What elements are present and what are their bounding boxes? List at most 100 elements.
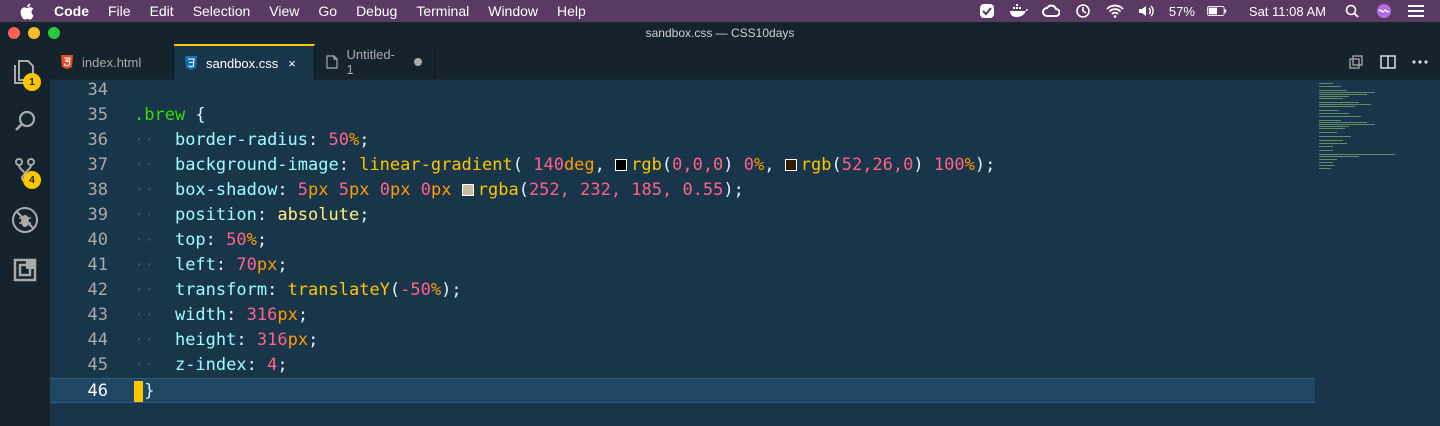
line-number: 43 (87, 305, 108, 325)
tab-label: Untitled-1 (346, 47, 395, 77)
css-value: 0,0,0 (672, 155, 724, 175)
tab-label: index.html (82, 54, 142, 70)
explorer-button[interactable]: 1 (0, 47, 50, 97)
css-value: 100 (933, 155, 965, 175)
menu-window[interactable]: Window (488, 0, 538, 22)
minimize-window-button[interactable] (28, 27, 40, 39)
window-controls (8, 27, 68, 39)
css-unit: % (754, 155, 765, 175)
code-line: 42 ·· transform: translateY(-50%); (50, 278, 1315, 303)
code-line: 43 ·· width: 316px; (50, 303, 1315, 328)
css-value: 50 (226, 230, 247, 250)
menu-file[interactable]: File (108, 0, 131, 22)
battery-icon[interactable] (1206, 3, 1227, 19)
css-function: rgba (477, 180, 519, 200)
color-swatch[interactable] (784, 159, 797, 171)
menu-edit[interactable]: Edit (150, 0, 174, 22)
search-button[interactable] (0, 96, 50, 146)
menu-debug[interactable]: Debug (356, 0, 397, 22)
code-line: 36 ·· border-radius: 50%; (50, 128, 1315, 153)
menu-selection[interactable]: Selection (193, 0, 251, 22)
css3-icon (184, 56, 198, 70)
minimap[interactable] (1315, 80, 1440, 426)
css-unit: deg (563, 155, 595, 175)
css-value: absolute (277, 205, 360, 225)
css-value: -50 (400, 280, 431, 300)
css-function: rgb (631, 155, 662, 175)
css-unit: % (964, 155, 975, 175)
css-function: linear-gradient (359, 155, 513, 175)
extensions-button[interactable] (0, 245, 50, 295)
close-tab-button[interactable]: × (288, 56, 296, 71)
code-line: 45 ·· z-index: 4; (50, 353, 1315, 378)
css-unit: px (390, 180, 411, 200)
line-number: 35 (87, 105, 108, 125)
css-selector: .brew (134, 105, 186, 125)
css-property: height (174, 330, 237, 350)
file-icon (325, 55, 339, 69)
window-title: sandbox.css — CSS10days (645, 26, 795, 40)
css-unit: px (431, 180, 452, 200)
line-number: 46 (87, 381, 108, 401)
menu-terminal[interactable]: Terminal (416, 0, 469, 22)
battery-percentage: 57% (1168, 3, 1195, 19)
creative-cloud-icon[interactable] (1041, 3, 1061, 19)
wifi-icon[interactable] (1105, 3, 1125, 19)
explorer-badge: 1 (23, 73, 41, 91)
search-icon (15, 110, 36, 131)
code-line: 40 ·· top: 50%; (50, 228, 1315, 253)
debug-button[interactable] (0, 195, 50, 245)
more-actions-button[interactable] (1404, 44, 1436, 80)
tab-sandbox-css[interactable]: sandbox.css × (174, 44, 315, 80)
css-value: 0 (379, 180, 391, 200)
spotlight-icon[interactable] (1342, 3, 1362, 19)
tab-label: sandbox.css (206, 55, 279, 71)
source-control-button[interactable]: 4 (0, 145, 50, 195)
menu-go[interactable]: Go (318, 0, 337, 22)
menu-help[interactable]: Help (557, 0, 586, 22)
css-value: 70 (236, 255, 257, 275)
html5-icon (60, 55, 74, 69)
css-property: z-index (174, 355, 247, 375)
split-editor-icon (1380, 55, 1396, 69)
menu-view[interactable]: View (269, 0, 299, 22)
css-unit: % (246, 230, 257, 250)
menu-clock[interactable]: Sat 11:08 AM (1249, 4, 1326, 19)
color-swatch[interactable] (461, 184, 474, 196)
menu-code[interactable]: Code (54, 0, 89, 22)
siri-icon[interactable] (1374, 3, 1394, 19)
line-number: 37 (87, 155, 108, 175)
control-center-icon[interactable] (1406, 3, 1426, 19)
code-editor[interactable]: 34 35 .brew { 36 ·· border-radius: 50%; … (50, 80, 1440, 426)
current-line[interactable]: 46 } (50, 378, 1315, 403)
line-number: 41 (87, 255, 108, 275)
code-line: 34 (50, 78, 1315, 103)
tab-untitled-1[interactable]: Untitled-1 (315, 44, 435, 80)
apple-icon[interactable] (20, 3, 38, 20)
close-window-button[interactable] (8, 27, 20, 39)
css-value: 316 (246, 305, 278, 325)
css-value: 4 (267, 355, 278, 375)
tab-index-html[interactable]: index.html (50, 44, 174, 80)
css-value: 5 (338, 180, 350, 200)
css-unit: px (308, 180, 329, 200)
css-property: left (174, 255, 216, 275)
volume-icon[interactable] (1137, 3, 1157, 19)
open-changes-button[interactable] (1340, 44, 1372, 80)
css-value: 5 (297, 180, 309, 200)
split-editor-button[interactable] (1372, 44, 1404, 80)
docker-icon[interactable] (1009, 3, 1029, 19)
color-swatch[interactable] (615, 159, 628, 171)
status-tray: 57% Sat 11:08 AM (977, 0, 1440, 22)
extensions-icon (13, 258, 37, 282)
css-function: translateY (287, 280, 390, 300)
css-value: 50 (328, 130, 349, 150)
time-machine-icon[interactable] (1073, 3, 1093, 19)
code-line: 35 .brew { (50, 103, 1315, 128)
code-line: 44 ·· height: 316px; (50, 328, 1315, 353)
line-number: 39 (87, 205, 108, 225)
zoom-window-button[interactable] (48, 27, 60, 39)
messages-icon[interactable] (977, 3, 997, 19)
line-number: 40 (87, 230, 108, 250)
css-unit: px (277, 305, 298, 325)
